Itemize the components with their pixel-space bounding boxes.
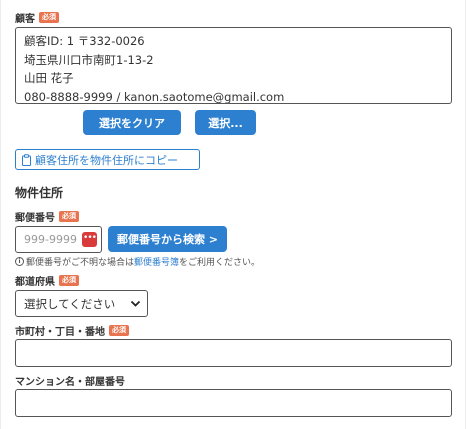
postal-code-label: 郵便番号 必須 (15, 209, 79, 224)
postal-code-search-button[interactable]: 郵便番号から検索 > (108, 226, 227, 252)
postal-code-label-text: 郵便番号 (15, 213, 55, 224)
building-room-label: マンション名・部屋番号 (15, 373, 125, 388)
prefecture-select[interactable]: 選択してください (15, 290, 148, 317)
prefecture-label: 都道府県 必須 (15, 273, 79, 288)
customer-address: 埼玉県川口市南町1-13-2 (24, 52, 154, 67)
required-badge: 必須 (109, 325, 129, 336)
postal-code-input[interactable]: 999-9999 ••• (15, 226, 102, 253)
required-badge: 必須 (59, 211, 79, 222)
required-badge: 必須 (59, 275, 79, 286)
customer-info-box: 顧客ID: 1 〒332-0026 埼玉県川口市南町1-13-2 山田 花子 0… (15, 27, 452, 104)
postal-code-help-note: i 郵便番号がご不明な場合は 郵便番号簿 をご利用ください。 (15, 255, 260, 268)
customer-name: 山田 花子 (24, 71, 74, 85)
postal-code-placeholder: 999-9999 (24, 233, 77, 246)
chevron-down-icon (130, 300, 141, 307)
copy-customer-address-button[interactable]: 顧客住所を物件住所にコピー (15, 149, 200, 170)
note-text-after: をご利用ください。 (179, 258, 261, 268)
prefecture-label-text: 都道府県 (15, 277, 55, 288)
info-icon: i (15, 257, 24, 266)
city-street-label-text: 市町村・丁目・番地 (15, 327, 105, 338)
building-room-input[interactable] (15, 389, 452, 417)
clear-selection-button[interactable]: 選択をクリア (83, 110, 181, 135)
building-room-label-text: マンション名・部屋番号 (15, 377, 125, 388)
customer-contact: 080-8888-9999 / kanon.saotome@gmail.com (24, 89, 285, 104)
property-address-title: 物件住所 (15, 186, 64, 200)
customer-label-text: 顧客 (15, 14, 35, 25)
note-text-before: 郵便番号がご不明な場合は (26, 258, 135, 268)
customer-id-zip: 顧客ID: 1 〒332-0026 (24, 34, 145, 48)
copy-button-label: 顧客住所を物件住所にコピー (35, 153, 178, 167)
property-address-form: 顧客 必須 顧客ID: 1 〒332-0026 埼玉県川口市南町1-13-2 山… (0, 0, 466, 429)
prefecture-selected-value: 選択してください (24, 296, 116, 311)
select-customer-button[interactable]: 選択... (195, 110, 256, 135)
postal-code-directory-link[interactable]: 郵便番号簿 (134, 255, 179, 268)
customer-label: 顧客 必須 (15, 10, 59, 25)
required-badge: 必須 (39, 12, 59, 23)
autofill-dots-icon[interactable]: ••• (82, 232, 97, 247)
city-street-input[interactable] (15, 339, 452, 367)
city-street-label: 市町村・丁目・番地 必須 (15, 323, 129, 338)
clipboard-icon (22, 153, 31, 166)
